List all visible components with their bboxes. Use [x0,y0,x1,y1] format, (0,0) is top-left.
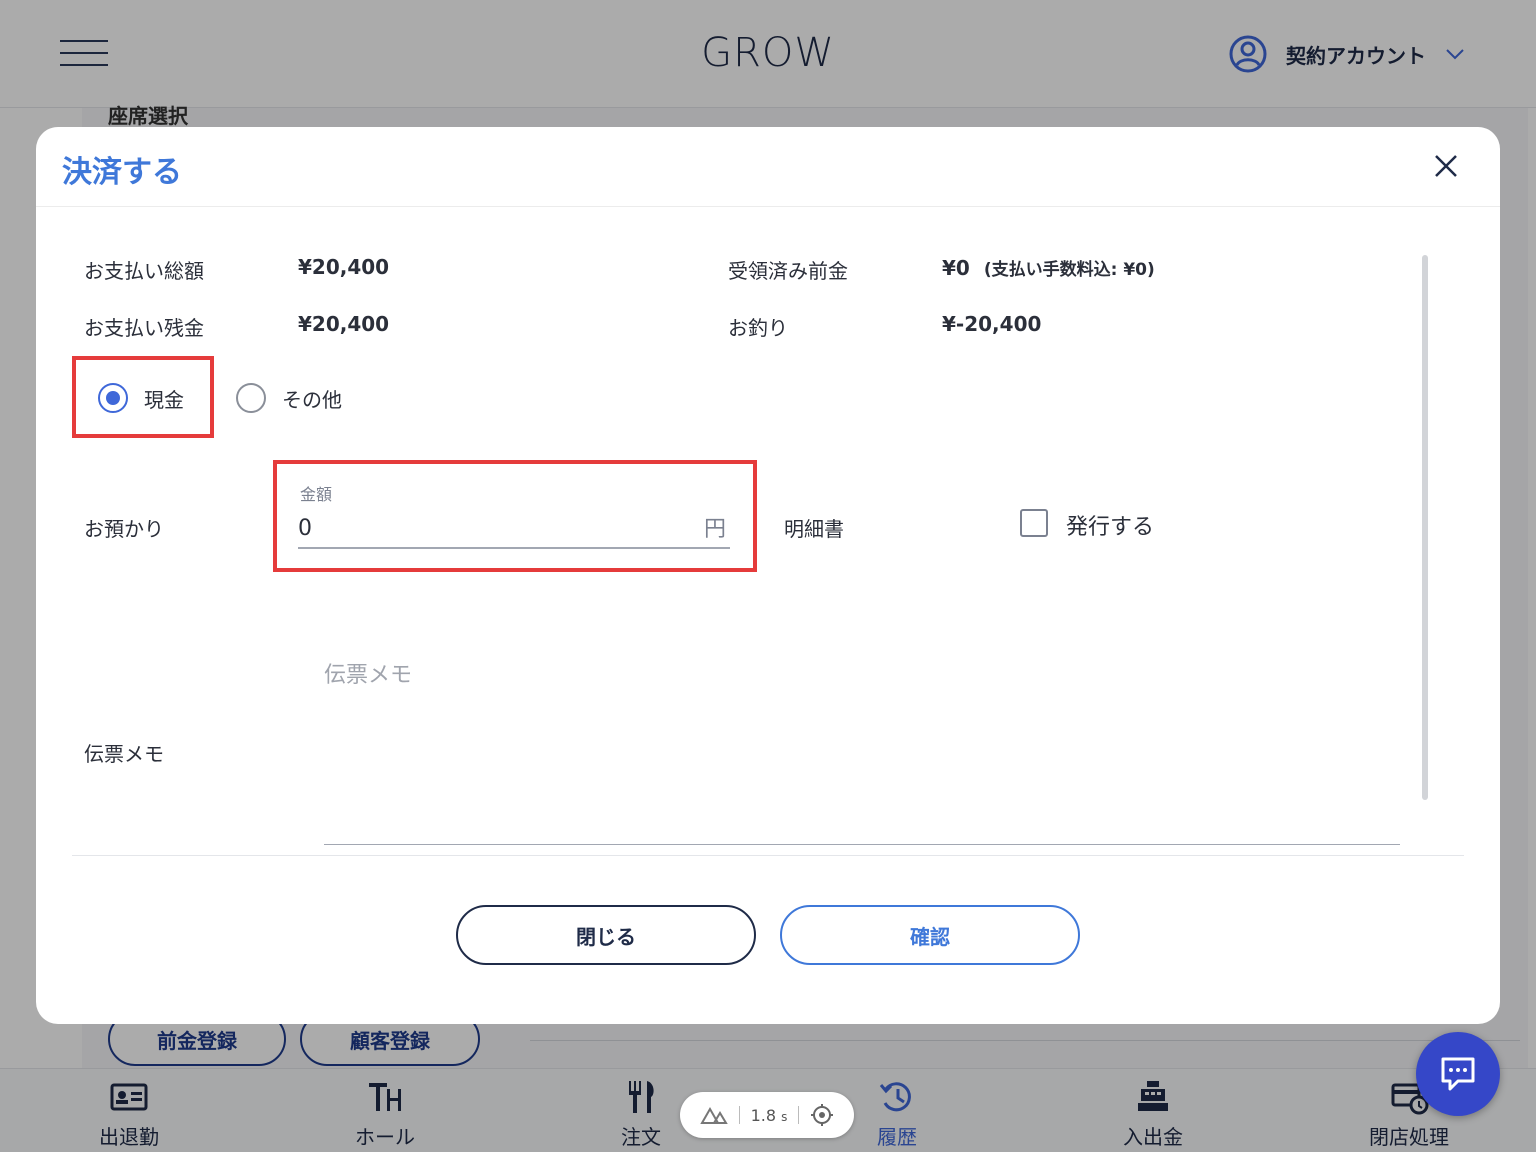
change-value: ¥-20,400 [942,312,1042,336]
amount-unit: 円 [704,517,727,542]
close-button[interactable]: 閉じる [456,905,756,965]
radio-circle-unchecked[interactable] [236,383,266,413]
radio-circle-checked[interactable] [98,383,128,413]
close-icon[interactable] [1432,152,1460,180]
modal-header: 決済する [36,127,1500,207]
payment-modal: 決済する お支払い総額 ¥20,400 受領済み前金 ¥0 (支払い手数料込: ¥… [36,127,1500,1024]
fee-note: (支払い手数料込: ¥0) [983,260,1155,280]
scrollbar[interactable] [1422,255,1428,800]
memo-label: 伝票メモ [84,742,164,766]
nuxt-logo-icon [699,1106,728,1124]
issue-label[interactable]: 発行する [1066,509,1154,541]
deposit-label: お預かり [84,517,164,541]
perf-value: 1.8 s [750,1105,788,1125]
radio-other[interactable]: その他 [236,383,342,413]
performance-indicator: 1.8 s [680,1092,854,1138]
radio-label: その他 [282,387,342,412]
separator [798,1106,800,1124]
receipt-label: 明細書 [784,517,844,541]
total-value: ¥20,400 [298,255,390,279]
radio-cash[interactable]: 現金 [98,383,184,413]
modal-title: 決済する [62,155,182,190]
crosshair-icon[interactable] [810,1103,834,1127]
received-deposit-value: ¥0 (支払い手数料込: ¥0) [942,256,1155,280]
chat-button[interactable] [1416,1032,1500,1116]
chat-bubble-icon [1441,1057,1475,1091]
memo-textarea[interactable] [324,657,1400,845]
total-label: お支払い総額 [84,259,204,283]
received-deposit-label: 受領済み前金 [728,259,848,283]
change-label: お釣り [728,316,788,340]
input-underline [298,547,730,549]
amount-input[interactable] [298,509,678,547]
radio-label: 現金 [144,387,184,412]
separator [738,1106,740,1124]
issue-checkbox[interactable] [1020,509,1048,537]
footer-divider [72,855,1464,856]
confirm-button[interactable]: 確認 [780,905,1080,965]
amount-caption: 金額 [300,485,333,504]
remaining-value: ¥20,400 [298,312,390,336]
remaining-label: お支払い残金 [84,316,204,340]
